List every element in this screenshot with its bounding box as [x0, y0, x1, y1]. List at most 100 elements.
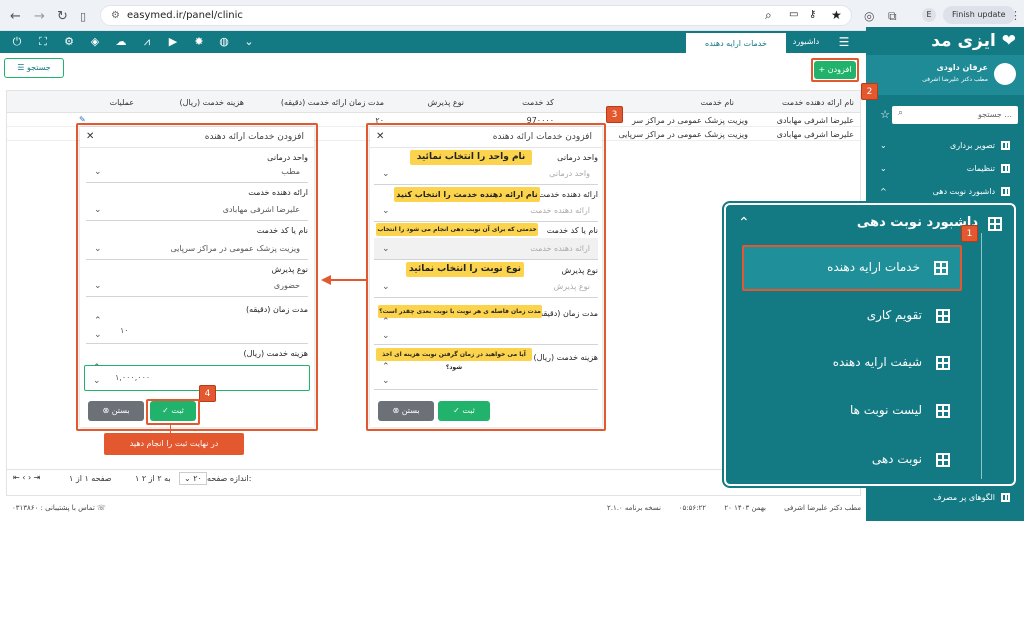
box-icon[interactable]: ◈ [88, 35, 102, 48]
col-service[interactable]: نام خدمت [701, 98, 734, 107]
step-2-badge: 2 [861, 83, 878, 100]
col-code[interactable]: کد خدمت [522, 98, 554, 107]
page-text: صفحه ۱ از ۱ [69, 474, 112, 483]
cell-service: ویزیت پزشک عمومی در مراکز سر [632, 116, 748, 125]
forward-icon[interactable]: → [34, 9, 45, 24]
item-label: تقویم کاری [866, 308, 922, 322]
footer: مطب دکتر علیرضا اشرفی ۲۰ بهمن ۱۴۰۳ ۰۵:۵۶… [6, 500, 861, 518]
grid-icon [936, 453, 950, 467]
panel-item-shifts[interactable]: شیفت ارایه دهنده [742, 344, 962, 384]
panel-item-calendar[interactable]: تقویم کاری [742, 297, 962, 337]
pager-arrows[interactable]: ⇤ ‹ › ⇥ [13, 473, 40, 482]
video-icon[interactable]: ▶ [166, 35, 180, 48]
connector-line [170, 425, 171, 433]
tab-services[interactable]: خدمات ارایه دهنده [686, 31, 786, 53]
tree-line [981, 233, 982, 479]
sidebar-item-templates[interactable]: الگوهای پر مصرف [933, 493, 1010, 502]
sidebar-item-imaging[interactable]: تصویر برداری [950, 141, 1010, 150]
step-4-badge: 4 [199, 385, 216, 402]
address-bar[interactable]: ⚙ easymed.ir/panel/clinic ⌕ ▭ ⚷ ★ [100, 5, 852, 26]
grid-icon [988, 217, 1002, 231]
zoom-icon[interactable]: ⌕ [765, 8, 772, 23]
globe-icon[interactable]: ◍ [217, 35, 231, 48]
footer-date: ۲۰ بهمن ۱۴۰۳ [724, 504, 766, 512]
support-link[interactable]: تماس با پشتیبانی : ۰۳۱۳۸۶۰ ☏ [12, 504, 106, 512]
puzzle-icon[interactable]: ⧉ [888, 9, 897, 24]
bell-icon[interactable]: ✸ [192, 35, 206, 48]
tab-dashboard[interactable]: داشبورد [786, 31, 826, 53]
user-name: عرفان داودی [936, 63, 988, 72]
panel-item-booking[interactable]: نوبت دهی [742, 441, 962, 481]
user-card: عرفان داودی مطب دکتر علیرضا اشرفی [866, 55, 1024, 95]
site-info-icon[interactable]: ⚙ [111, 10, 120, 21]
panel-header: داشبورد نوبت دهی [856, 215, 978, 230]
search-button[interactable]: ☰ جستجو [4, 58, 64, 78]
grid-icon [936, 356, 950, 370]
panel-item-provider-services[interactable]: خدمات ارایه دهنده [742, 245, 962, 291]
back-icon[interactable]: ← [10, 9, 21, 24]
page-size-label: اندازه صفحه: [207, 474, 252, 483]
col-type[interactable]: نوع پذیرش [427, 98, 464, 107]
page-size-select[interactable]: ⌄ ۲۰ [179, 472, 207, 485]
cast-icon[interactable]: ▭ [789, 9, 798, 20]
grid-icon [1001, 493, 1010, 502]
step-1-badge: 1 [961, 225, 978, 242]
item-label: خدمات ارایه دهنده [827, 260, 920, 274]
profile-avatar[interactable]: E [922, 8, 936, 22]
grid-icon [1001, 141, 1010, 150]
chevron-down-icon: ⌄ [880, 164, 887, 173]
chevron-down-icon[interactable]: ⌄ [242, 35, 256, 48]
menu-dots-icon[interactable]: ⋮ [1010, 9, 1021, 22]
cloud-icon[interactable]: ☁ [114, 35, 128, 48]
url-text: easymed.ir/panel/clinic [127, 10, 243, 21]
extension-icon[interactable]: ◎ [864, 9, 874, 23]
cell-provider: علیرضا اشرفی مهابادی [776, 116, 854, 125]
booking-dashboard-panel: داشبورد نوبت دهی ⌃ خدمات ارایه دهنده تقو… [724, 203, 1016, 486]
chevron-up-icon: ^ [880, 187, 887, 196]
col-provider[interactable]: نام ارائه دهنده خدمت [782, 98, 854, 107]
key-icon[interactable]: ⚷ [809, 9, 816, 20]
user-subtitle: مطب دکتر علیرضا اشرفی [922, 76, 988, 83]
col-cost[interactable]: هزینه خدمت (ریال) [179, 98, 244, 107]
col-duration[interactable]: مدت زمان ارائه خدمت (دقیقه) [281, 98, 384, 107]
arrow-line [330, 279, 366, 281]
finish-update-button[interactable]: Finish update [943, 6, 1015, 24]
logo: ایزی مد ❤ [931, 31, 1016, 51]
fullscreen-icon[interactable]: ⛶ [36, 35, 50, 49]
highlight-modal-filled [76, 123, 318, 431]
grid-icon [1001, 187, 1010, 196]
item-label: لیست نوبت ها [849, 403, 922, 417]
bookmark-star-icon[interactable]: ★ [831, 8, 842, 22]
panel-item-appointments-list[interactable]: لیست نوبت ها [742, 392, 962, 432]
footer-clinic: مطب دکتر علیرضا اشرفی [784, 504, 861, 512]
highlight-save [146, 399, 200, 425]
footer-version: نسخه برنامه ۲.۱.۰ [606, 504, 661, 512]
reload-icon[interactable]: ↻ [57, 9, 68, 24]
split-view-icon[interactable]: ▯ [80, 10, 86, 23]
grid-icon [936, 404, 950, 418]
item-label: شیفت ارایه دهنده [832, 355, 922, 369]
chevron-up-icon[interactable]: ⌃ [738, 215, 750, 231]
sidebar-item-settings[interactable]: تنظیمات [967, 164, 1010, 173]
cell-provider: علیرضا اشرفی مهابادی [776, 130, 854, 139]
avatar[interactable] [994, 63, 1016, 85]
search-icon: ⌕ [898, 108, 904, 118]
grid-icon [1001, 164, 1010, 173]
grid-icon [936, 309, 950, 323]
chart-icon[interactable]: ⩘ [140, 35, 154, 49]
final-note: در نهایت ثبت را انجام دهید [104, 433, 244, 455]
power-icon[interactable]: ⏻ [10, 35, 24, 49]
col-actions[interactable]: عملیات [110, 98, 134, 107]
chevron-down-icon: ⌄ [880, 141, 887, 150]
grid-header: نام ارائه دهنده خدمت نام خدمت کد خدمت نو… [7, 91, 860, 113]
range-text: ۱ به ۲ از ۲ [135, 474, 171, 483]
hamburger-icon[interactable]: ☰ [832, 31, 856, 53]
step-3-badge: 3 [606, 106, 623, 123]
highlight-add [811, 58, 859, 82]
settings-icon[interactable]: ⚙ [62, 35, 76, 48]
sidebar-item-booking-dashboard[interactable]: داشبورد نوبت دهی [933, 187, 1010, 196]
arrow-left-icon [321, 275, 331, 285]
sidebar-search-input[interactable]: جستجو ... [892, 106, 1018, 124]
cell-service: ویزیت پزشک عمومی در مراکز سرپایی [618, 130, 748, 139]
grid-icon [934, 261, 948, 275]
